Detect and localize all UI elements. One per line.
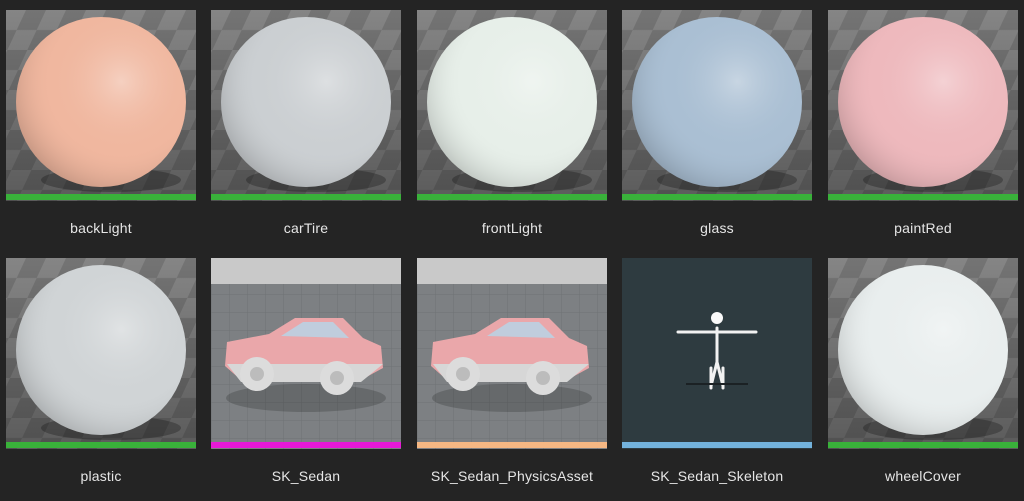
material-sphere-preview xyxy=(6,258,196,449)
asset-type-bar xyxy=(622,442,812,448)
asset-tile-glass[interactable]: glass xyxy=(622,10,812,253)
asset-name: wheelCover xyxy=(885,468,961,484)
asset-tile-backLight[interactable]: backLight xyxy=(6,10,196,253)
asset-tile-paintRed[interactable]: paintRed xyxy=(828,10,1018,253)
asset-name: glass xyxy=(700,220,734,236)
asset-tile-frontLight[interactable]: frontLight xyxy=(417,10,607,253)
asset-thumbnail xyxy=(828,10,1018,201)
asset-name: SK_Sedan xyxy=(271,468,341,484)
asset-tile-SK_Sedan_Skeleton[interactable]: SK_Sedan_Skeleton xyxy=(622,258,812,501)
material-sphere-preview xyxy=(622,10,812,201)
asset-thumbnail xyxy=(622,258,812,449)
material-sphere-preview xyxy=(417,10,607,201)
asset-name: paintRed xyxy=(894,220,952,236)
asset-name: SK_Sedan_PhysicsAsset xyxy=(430,468,594,484)
asset-type-bar xyxy=(6,442,196,448)
asset-tile-carTire[interactable]: carTire xyxy=(211,10,401,253)
asset-thumbnail xyxy=(6,258,196,449)
asset-tile-SK_Sedan_PhysicsAsset[interactable]: SK_Sedan_PhysicsAsset xyxy=(417,258,607,501)
asset-type-bar xyxy=(828,442,1018,448)
asset-name: frontLight xyxy=(481,220,543,236)
asset-thumbnail xyxy=(211,10,401,201)
asset-thumbnail xyxy=(417,258,607,449)
asset-type-bar xyxy=(417,194,607,200)
asset-type-bar xyxy=(417,442,607,448)
asset-thumbnail xyxy=(828,258,1018,449)
content-browser-asset-grid: backLight carTire frontLight glass paint… xyxy=(0,0,1024,499)
asset-tile-wheelCover[interactable]: wheelCover xyxy=(828,258,1018,501)
material-sphere-preview xyxy=(828,258,1018,449)
car-mesh-preview xyxy=(417,258,607,449)
asset-name: plastic xyxy=(80,468,122,484)
asset-thumbnail xyxy=(6,10,196,201)
asset-name: carTire xyxy=(283,220,329,236)
material-sphere-preview xyxy=(211,10,401,201)
asset-tile-SK_Sedan[interactable]: SK_Sedan xyxy=(211,258,401,501)
asset-thumbnail xyxy=(622,10,812,201)
asset-name: backLight xyxy=(70,220,132,236)
skeleton-preview xyxy=(622,258,812,449)
asset-thumbnail xyxy=(211,258,401,449)
material-sphere-preview xyxy=(828,10,1018,201)
car-mesh-preview xyxy=(211,258,401,449)
material-sphere-preview xyxy=(6,10,196,201)
asset-thumbnail xyxy=(417,10,607,201)
asset-type-bar xyxy=(622,194,812,200)
asset-type-bar xyxy=(211,442,401,448)
asset-type-bar xyxy=(6,194,196,200)
asset-type-bar xyxy=(211,194,401,200)
asset-tile-plastic[interactable]: plastic xyxy=(6,258,196,501)
asset-name: SK_Sedan_Skeleton xyxy=(650,468,784,484)
asset-type-bar xyxy=(828,194,1018,200)
